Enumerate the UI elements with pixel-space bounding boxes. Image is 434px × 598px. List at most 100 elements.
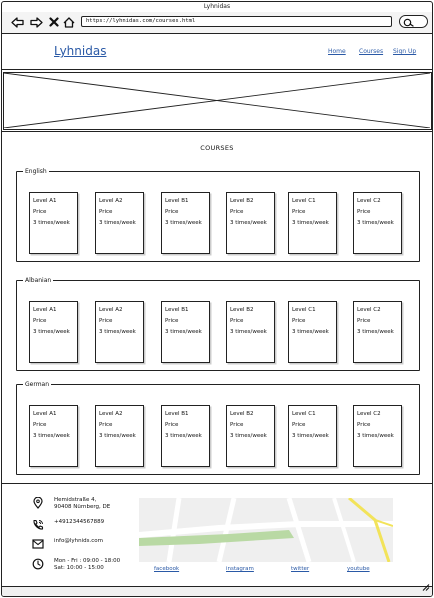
card-frequency: 3 times/week — [292, 433, 329, 439]
resize-grip-icon[interactable] — [422, 576, 430, 595]
card-frequency: 3 times/week — [165, 220, 202, 226]
search-icon — [403, 18, 414, 27]
course-card[interactable]: Level A1 Price 3 times/week — [29, 192, 78, 254]
home-icon[interactable] — [62, 15, 76, 29]
card-frequency: 3 times/week — [165, 329, 202, 335]
course-card[interactable]: Level C2 Price 3 times/week — [353, 192, 402, 254]
browser-toolbar: https://lyhnidas.com/courses.html — [2, 12, 432, 34]
window-title: Lyhnidas — [203, 3, 231, 10]
card-level: Level B1 — [165, 198, 189, 204]
card-level: Level C1 — [292, 198, 316, 204]
site-header: Lyhnidas Home Courses Sign Up — [2, 34, 432, 70]
course-card[interactable]: Level A2 Price 3 times/week — [95, 301, 144, 363]
card-frequency: 3 times/week — [33, 433, 70, 439]
card-price: Price — [292, 318, 306, 324]
status-bar — [2, 584, 432, 596]
email-row: info@lyhnids.com — [32, 538, 103, 550]
forward-arrow-icon[interactable] — [29, 15, 43, 29]
course-card[interactable]: Level C2 Price 3 times/week — [353, 405, 402, 467]
course-card[interactable]: Level B2 Price 3 times/week — [226, 301, 275, 363]
card-level: Level C1 — [292, 411, 316, 417]
card-price: Price — [165, 209, 179, 215]
card-level: Level B2 — [230, 198, 254, 204]
card-price: Price — [33, 318, 47, 324]
course-card[interactable]: Level C1 Price 3 times/week — [288, 405, 337, 467]
hours-row: Mon - Fri : 09:00 - 18:00 Sat: 10:00 - 15… — [32, 558, 120, 572]
course-card[interactable]: Level C1 Price 3 times/week — [288, 301, 337, 363]
card-frequency: 3 times/week — [99, 220, 136, 226]
course-card[interactable]: Level A1 Price 3 times/week — [29, 405, 78, 467]
card-level: Level A2 — [99, 411, 123, 417]
card-frequency: 3 times/week — [33, 329, 70, 335]
course-card[interactable]: Level A1 Price 3 times/week — [29, 301, 78, 363]
address-bar[interactable]: https://lyhnidas.com/courses.html — [81, 16, 392, 27]
card-level: Level A2 — [99, 307, 123, 313]
card-price: Price — [99, 318, 113, 324]
menu-link-courses[interactable]: Courses — [359, 48, 383, 55]
course-card[interactable]: Level C1 Price 3 times/week — [288, 192, 337, 254]
site-logo-link[interactable]: Lyhnidas — [54, 44, 106, 58]
instagram-link[interactable]: instagram — [226, 566, 254, 572]
location-pin-icon — [32, 497, 44, 509]
course-group-german: German Level A1 Price 3 times/week Level A… — [16, 380, 420, 475]
card-frequency: 3 times/week — [165, 433, 202, 439]
group-label: German — [23, 380, 52, 389]
course-card[interactable]: Level B1 Price 3 times/week — [161, 405, 210, 467]
card-frequency: 3 times/week — [230, 433, 267, 439]
card-level: Level A1 — [33, 307, 57, 313]
card-price: Price — [292, 209, 306, 215]
card-frequency: 3 times/week — [357, 329, 394, 335]
address-row: Hemidstraße 4, 90408 Nürnberg, DE — [32, 497, 110, 511]
card-level: Level B1 — [165, 307, 189, 313]
card-frequency: 3 times/week — [99, 329, 136, 335]
course-card[interactable]: Level B2 Price 3 times/week — [226, 192, 275, 254]
card-frequency: 3 times/week — [33, 220, 70, 226]
card-level: Level B2 — [230, 411, 254, 417]
search-button[interactable] — [399, 15, 428, 28]
phone-icon — [32, 519, 44, 531]
group-label: Albanian — [23, 276, 54, 285]
address-line1: Hemidstraße 4, — [54, 497, 97, 503]
hours-line2: Sat: 10:00 - 15:00 — [54, 565, 104, 571]
card-frequency: 3 times/week — [357, 220, 394, 226]
close-x-icon[interactable] — [47, 15, 61, 29]
card-price: Price — [99, 209, 113, 215]
facebook-link[interactable]: facebook — [154, 566, 179, 572]
course-card[interactable]: Level C2 Price 3 times/week — [353, 301, 402, 363]
youtube-link[interactable]: youtube — [347, 566, 370, 572]
course-card[interactable]: Level B1 Price 3 times/week — [161, 192, 210, 254]
phone-number: +4912344567889 — [54, 519, 105, 525]
card-price: Price — [357, 422, 371, 428]
card-frequency: 3 times/week — [292, 220, 329, 226]
twitter-link[interactable]: twitter — [291, 566, 309, 572]
card-price: Price — [230, 318, 244, 324]
card-frequency: 3 times/week — [230, 329, 267, 335]
card-level: Level C2 — [357, 411, 381, 417]
course-card[interactable]: Level B2 Price 3 times/week — [226, 405, 275, 467]
menu-link-sign-up[interactable]: Sign Up — [393, 48, 416, 55]
card-frequency: 3 times/week — [292, 329, 329, 335]
back-arrow-icon[interactable] — [10, 15, 24, 29]
card-price: Price — [357, 318, 371, 324]
card-price: Price — [33, 422, 47, 428]
phone-row: +4912344567889 — [32, 519, 104, 531]
card-frequency: 3 times/week — [99, 433, 136, 439]
card-frequency: 3 times/week — [230, 220, 267, 226]
card-level: Level C2 — [357, 198, 381, 204]
course-card[interactable]: Level A2 Price 3 times/week — [95, 405, 144, 467]
courses-heading: COURSES — [200, 144, 234, 152]
card-price: Price — [33, 209, 47, 215]
courses-section: COURSES English Level A1 Price 3 times/wee… — [2, 131, 432, 483]
course-card[interactable]: Level B1 Price 3 times/week — [161, 301, 210, 363]
group-label: English — [23, 167, 49, 176]
card-price: Price — [99, 422, 113, 428]
course-card[interactable]: Level A2 Price 3 times/week — [95, 192, 144, 254]
site-footer: Hemidstraße 4, 90408 Nürnberg, DE +491234… — [2, 483, 432, 586]
menu-link-home[interactable]: Home — [328, 48, 346, 55]
hero-image-placeholder — [3, 72, 432, 130]
hours-line1: Mon - Fri : 09:00 - 18:00 — [54, 558, 121, 564]
card-level: Level A2 — [99, 198, 123, 204]
browser-window: Lyhnidas https://lyhnidas.com/courses.ht… — [1, 1, 433, 597]
map-placeholder[interactable] — [139, 498, 393, 562]
card-level: Level C1 — [292, 307, 316, 313]
